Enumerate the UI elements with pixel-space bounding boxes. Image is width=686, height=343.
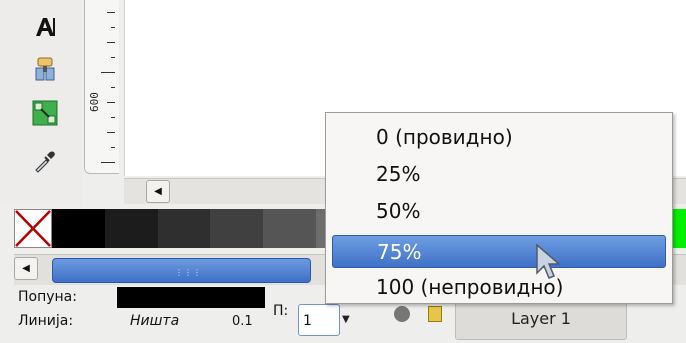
no-paint-swatch[interactable]	[14, 209, 52, 248]
palette-swatch[interactable]	[157, 209, 211, 248]
menu-item-75[interactable]: 75%	[332, 235, 666, 268]
connector-tool-button[interactable]	[30, 98, 60, 128]
mouse-cursor-icon	[536, 243, 562, 279]
spray-tool-button[interactable]	[30, 54, 60, 84]
fill-label: Попуна:	[18, 289, 77, 305]
visibility-icon[interactable]	[394, 306, 410, 322]
no-paint-icon	[14, 209, 52, 248]
text-icon	[36, 18, 55, 36]
layer-label: Layer 1	[511, 309, 571, 328]
menu-item-100[interactable]: 100 (непровидно)	[332, 271, 666, 304]
opacity-spin-field[interactable]: 1	[298, 304, 340, 336]
arrow-left-icon: ◀	[22, 263, 30, 274]
toolbox	[0, 0, 82, 205]
palette-swatch[interactable]	[210, 209, 264, 248]
dropper-tool-button[interactable]	[30, 146, 60, 176]
opacity-label: П:	[273, 303, 289, 319]
palette-swatch[interactable]	[104, 209, 158, 248]
text-tool-button[interactable]	[30, 12, 60, 42]
lock-icon[interactable]	[428, 306, 442, 322]
fill-indicator[interactable]	[117, 287, 265, 308]
palette-scroll-thumb[interactable]: ⋮⋮⋮	[52, 258, 311, 283]
ruler-label: 600	[88, 92, 101, 112]
grip-icon: ⋮⋮⋮	[175, 268, 202, 277]
stroke-width[interactable]: 0.1	[232, 314, 253, 329]
vertical-ruler: 600	[84, 0, 119, 174]
menu-item-25[interactable]: 25%	[332, 158, 666, 191]
stroke-value[interactable]: Ништа	[130, 313, 179, 329]
opacity-dropdown-menu: 0 (провидно) 25% 50% 75% 100 (непровидно…	[325, 112, 673, 304]
menu-item-0[interactable]: 0 (провидно)	[332, 121, 666, 154]
arrow-left-icon: ◀	[154, 186, 162, 197]
dropper-icon	[35, 151, 55, 173]
stroke-label: Линија:	[18, 313, 74, 329]
layer-selector[interactable]: Layer 1	[455, 298, 627, 340]
chevron-down-icon[interactable]: ▼	[342, 304, 352, 336]
palette-scroll-left-button[interactable]: ◀	[14, 257, 38, 280]
scroll-left-button[interactable]: ◀	[146, 180, 170, 203]
connector-icon	[32, 100, 58, 126]
menu-item-50[interactable]: 50%	[332, 195, 666, 228]
palette-swatch[interactable]	[52, 209, 105, 248]
spray-icon	[35, 57, 55, 81]
palette-swatch[interactable]	[263, 209, 317, 248]
